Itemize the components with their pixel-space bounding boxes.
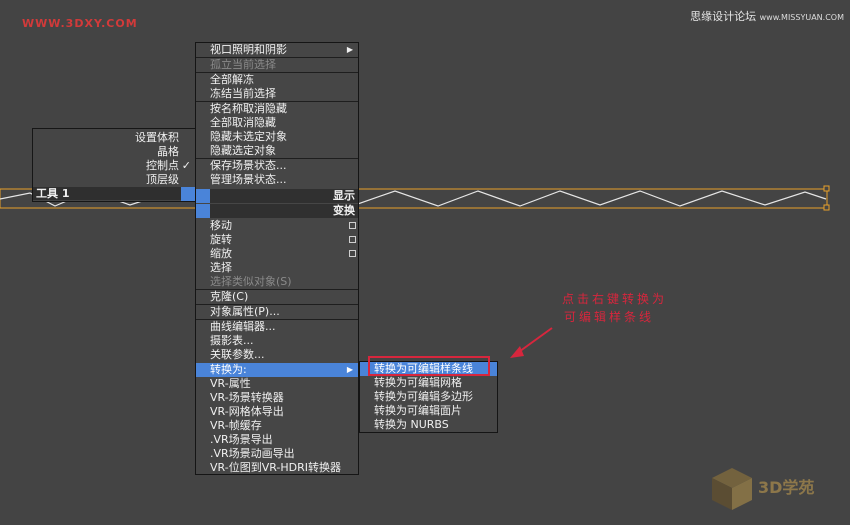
header-marker (196, 204, 210, 218)
menu-item-freeze-selection[interactable]: 冻结当前选择 (196, 87, 358, 101)
menu-item-vr-anim-export[interactable]: .VR场景动画导出 (196, 447, 358, 461)
menu-item-scale[interactable]: 缩放 (196, 247, 358, 261)
submenu-arrow-icon: ▶ (346, 365, 353, 374)
header-label: 变换 (333, 204, 355, 217)
menu-item-unfreeze-all[interactable]: 全部解冻 (196, 73, 358, 87)
header-marker (196, 189, 210, 203)
cube-logo-icon (712, 468, 752, 510)
quad-menu-left: 设置体积 晶格 控制点 ✓ 顶层级 工具 1 (32, 128, 196, 202)
viewport[interactable] (0, 0, 850, 525)
logo-watermark: 3D学苑 (702, 456, 842, 516)
logo-text: 3D学苑 (758, 478, 815, 497)
menu-item-vr-properties[interactable]: VR-属性 (196, 377, 358, 391)
menu-item-vr-bitmap-convert[interactable]: VR-位图到VR-HDRI转换器 (196, 461, 358, 475)
menu-item-isolate: 孤立当前选择 (210, 58, 276, 71)
menu-item-select[interactable]: 选择 (196, 261, 358, 275)
submenu-item-to-editable-patch[interactable]: 转换为可编辑面片 (360, 404, 497, 418)
menu-item-clone[interactable]: 克隆(C) (196, 290, 358, 304)
quad-corner-marker (181, 187, 195, 201)
header-label: 显示 (333, 189, 355, 202)
highlight-box (368, 356, 490, 376)
menu-item-select-similar: 选择类似对象(S) (210, 275, 292, 288)
menu-item-convert-to[interactable]: 转换为: ▶ (196, 363, 358, 377)
menu-item-viewport-lighting[interactable]: 视口照明和阴影 ▶ (196, 43, 358, 57)
annotation-line-1: 点击右键转换为 (562, 292, 668, 306)
menu-item-vr-mesh-export[interactable]: VR-网格体导出 (196, 405, 358, 419)
menu-item-vr-scene-export[interactable]: .VR场景导出 (196, 433, 358, 447)
menu-item-move[interactable]: 移动 (196, 219, 358, 233)
menu-item-unhide-all[interactable]: 全部取消隐藏 (196, 116, 358, 130)
menu-item-unhide-by-name[interactable]: 按名称取消隐藏 (196, 102, 358, 116)
annotation-line-2: 可编辑样条线 (564, 310, 655, 324)
menu-item-curve-editor[interactable]: 曲线编辑器... (196, 320, 358, 334)
settings-box-icon[interactable] (349, 236, 356, 243)
menu-item-label: 旋转 (210, 233, 232, 246)
menu-item-label: 移动 (210, 219, 232, 232)
quad-tools-label: 工具 1 (33, 187, 181, 200)
menu-item-label: 缩放 (210, 247, 232, 260)
settings-box-icon[interactable] (349, 250, 356, 257)
menu-item-wire-parameters[interactable]: 关联参数... (196, 348, 358, 362)
menu-item-vr-scene-converter[interactable]: VR-场景转换器 (196, 391, 358, 405)
menu-item-label: 转换为: (210, 363, 247, 376)
settings-box-icon[interactable] (349, 222, 356, 229)
spline-vertex-bottom[interactable] (823, 204, 830, 211)
menu-item-label: 视口照明和阴影 (210, 43, 287, 56)
menu-header-display: 显示 (196, 189, 358, 203)
quad-item-control-points[interactable]: 控制点 (146, 159, 179, 173)
submenu-arrow-icon: ▶ (346, 45, 353, 54)
menu-item-vr-frame-buffer[interactable]: VR-帧缓存 (196, 419, 358, 433)
annotation-text: 点击右键转换为 可编辑样条线 (562, 290, 667, 326)
submenu-item-to-editable-poly[interactable]: 转换为可编辑多边形 (360, 390, 497, 404)
annotation-arrow-head (510, 346, 524, 358)
menu-item-hide-unselected[interactable]: 隐藏未选定对象 (196, 130, 358, 144)
menu-header-transform: 变换 (196, 204, 358, 218)
menu-item-save-scene-state[interactable]: 保存场景状态... (196, 159, 358, 173)
menu-item-manage-scene-state[interactable]: 管理场景状态... (196, 173, 358, 187)
submenu-item-to-nurbs[interactable]: 转换为 NURBS (360, 418, 497, 432)
spline-vertex-top[interactable] (823, 185, 830, 192)
context-menu-main: 视口照明和阴影 ▶ 孤立当前选择 全部解冻 冻结当前选择 按名称取消隐藏 全部取… (195, 42, 359, 475)
menu-item-dope-sheet[interactable]: 摄影表... (196, 334, 358, 348)
menu-item-rotate[interactable]: 旋转 (196, 233, 358, 247)
quad-item-volume-select[interactable]: 设置体积 (135, 131, 179, 145)
quad-item-lattice[interactable]: 晶格 (157, 145, 179, 159)
submenu-item-to-editable-mesh[interactable]: 转换为可编辑网格 (360, 376, 497, 390)
menu-item-object-properties[interactable]: 对象属性(P)... (196, 305, 358, 319)
quad-item-top-level[interactable]: 顶层级 (146, 173, 179, 187)
check-icon: ✓ (181, 159, 191, 172)
menu-item-hide-selected[interactable]: 隐藏选定对象 (196, 144, 358, 158)
